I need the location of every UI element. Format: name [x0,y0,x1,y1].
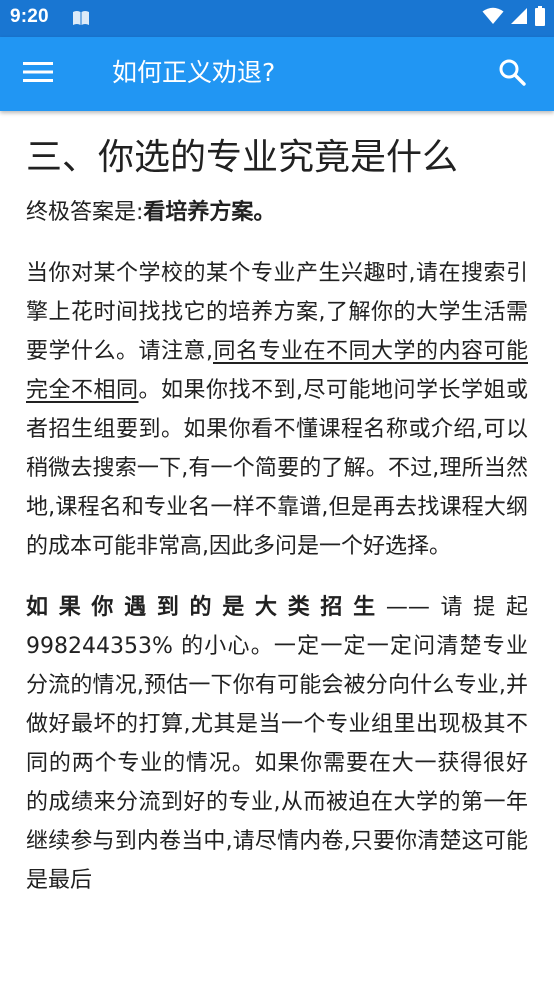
page-title: 如何正义劝退? [112,58,276,87]
status-bar: 9:20 [0,0,554,37]
paragraph-text: 。如果你找不到,尽可能地问学长学姐或者招生组要到。如果你看不懂课程名称或介绍,可… [26,378,528,559]
search-icon [498,58,526,90]
status-icons [482,6,546,30]
search-button[interactable] [488,50,536,98]
section-heading: 三、你选的专业究竟是什么 [26,137,459,178]
paragraph-major-category: 如果你遇到的是大类招生——请提起 998244353% 的小心。一定一定一定问清… [26,588,528,900]
answer-bold: 看培养方案。 [143,200,276,225]
article-content[interactable]: 三、你选的专业究竟是什么 终极答案是:看培养方案。 当你对某个学校的某个专业产生… [0,111,554,985]
app-bar: 如何正义劝退? [0,37,554,111]
hamburger-menu-icon [23,61,53,87]
paragraph-bold-lead: 如果你遇到的是大类招生 [26,595,386,620]
battery-icon [534,6,546,30]
menu-button[interactable] [14,50,62,98]
wifi-icon [482,7,504,29]
status-time: 9:20 [10,6,49,27]
cell-signal-icon [510,7,528,29]
answer-prefix: 终极答案是: [26,200,144,225]
answer-line: 终极答案是:看培养方案。 [26,193,528,232]
paragraph-text: ——请提起 998244353% 的小心。一定一定一定问清楚专业分流的情况,预估… [26,595,528,893]
paragraph-training-plan: 当你对某个学校的某个专业产生兴趣时,请在搜索引擎上花时间找找它的培养方案,了解你… [26,254,528,566]
notification-book-icon [72,10,90,26]
